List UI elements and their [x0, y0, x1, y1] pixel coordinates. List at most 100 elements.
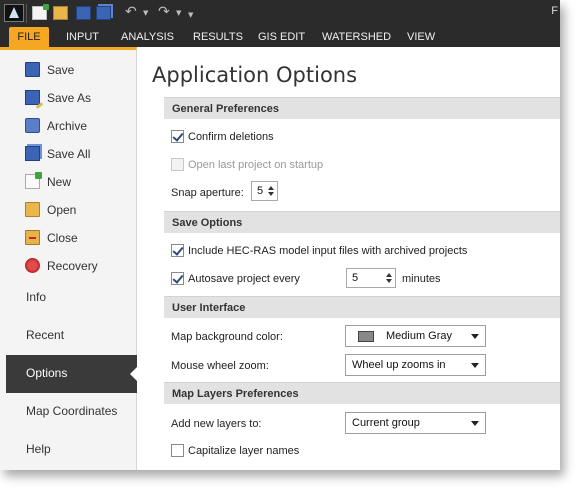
- stepper-up-icon[interactable]: [268, 186, 274, 190]
- archive-icon: [25, 118, 40, 133]
- map-background-color-label: Map background color:: [171, 331, 283, 343]
- new-icon: [25, 172, 42, 189]
- section-header: User Interface: [172, 302, 246, 314]
- app-logo-icon[interactable]: [4, 4, 24, 22]
- map-background-color-dropdown[interactable]: Medium Gray: [345, 325, 486, 347]
- nav-save-all-label: Save All: [47, 147, 91, 161]
- nav-map-coordinates-label: Map Coordinates: [26, 404, 118, 418]
- nav-new-label: New: [47, 175, 72, 189]
- add-new-layers-value: Current group: [352, 417, 420, 429]
- ribbon-tabs: FILE INPUT ANALYSIS RESULTS GIS EDIT WAT…: [0, 27, 560, 47]
- section-header: Map Layers Preferences: [172, 388, 299, 400]
- autosave-checkbox[interactable]: [171, 272, 184, 285]
- confirm-deletions-label: Confirm deletions: [188, 131, 274, 143]
- open-last-project-checkbox[interactable]: [171, 158, 184, 171]
- recovery-icon: [25, 258, 40, 273]
- nav-options-label: Options: [26, 366, 68, 380]
- save-icon: [25, 62, 40, 77]
- capitalize-layer-names-label: Capitalize layer names: [188, 445, 300, 457]
- nav-options[interactable]: Options: [6, 355, 138, 393]
- chevron-down-icon: [471, 334, 479, 339]
- color-swatch: [358, 331, 374, 342]
- nav-recent[interactable]: Recent: [6, 317, 137, 355]
- tab-view[interactable]: VIEW: [401, 27, 441, 47]
- nav-save-as-label: Save As: [47, 91, 92, 105]
- save-icon[interactable]: [76, 6, 91, 20]
- page-title: Application Options: [152, 63, 358, 87]
- nav-new[interactable]: New: [0, 168, 137, 196]
- redo-dropdown-icon[interactable]: ▼: [176, 9, 181, 17]
- nav-recovery-label: Recovery: [47, 259, 98, 273]
- chevron-down-icon: [471, 421, 479, 426]
- section-save-options: Save Options: [164, 211, 560, 233]
- section-header: Save Options: [172, 217, 243, 229]
- stepper-down-icon[interactable]: [386, 279, 392, 283]
- open-folder-icon: [25, 202, 40, 217]
- nav-open-label: Open: [47, 203, 77, 217]
- add-new-layers-label: Add new layers to:: [171, 418, 262, 430]
- window-title-fragment: F: [551, 5, 558, 17]
- nav-recovery[interactable]: Recovery: [0, 252, 137, 280]
- snap-aperture-value: 5: [257, 185, 264, 197]
- nav-save-all[interactable]: Save All: [0, 140, 137, 168]
- mouse-wheel-zoom-value: Wheel up zooms in: [352, 359, 446, 371]
- map-background-color-value: Medium Gray: [386, 330, 453, 342]
- nav-save-as[interactable]: Save As: [0, 84, 137, 112]
- nav-map-coordinates[interactable]: Map Coordinates: [6, 393, 137, 431]
- tab-gis-edit[interactable]: GIS EDIT: [252, 27, 311, 47]
- autosave-interval-value: 5: [352, 272, 359, 284]
- autosave-unit-label: minutes: [402, 273, 441, 285]
- confirm-deletions-checkbox[interactable]: [171, 130, 184, 143]
- toolbar-separator: [26, 4, 27, 23]
- nav-archive-label: Archive: [47, 119, 88, 133]
- section-general-preferences: General Preferences: [164, 97, 560, 119]
- nav-info[interactable]: Info: [6, 279, 137, 317]
- redo-icon[interactable]: ↷: [158, 4, 170, 20]
- tab-watershed[interactable]: WATERSHED: [316, 27, 397, 47]
- nav-help-label: Help: [26, 442, 51, 456]
- open-last-project-label: Open last project on startup: [188, 159, 324, 171]
- section-header: General Preferences: [172, 103, 280, 115]
- snap-aperture-label: Snap aperture:: [171, 187, 244, 199]
- nav-open[interactable]: Open: [0, 196, 137, 224]
- nav-save[interactable]: Save: [0, 56, 137, 84]
- open-project-icon[interactable]: [53, 6, 68, 20]
- section-map-layers-preferences: Map Layers Preferences: [164, 382, 560, 404]
- section-user-interface: User Interface: [164, 296, 560, 318]
- save-as-icon: [25, 90, 40, 105]
- nav-save-label: Save: [47, 63, 75, 77]
- application-window: ↶ ▼ ↷ ▼ ▼ F FILE INPUT ANALYSIS RESULTS …: [0, 0, 560, 470]
- mouse-wheel-zoom-dropdown[interactable]: Wheel up zooms in: [345, 354, 486, 376]
- nav-info-label: Info: [26, 290, 47, 304]
- autosave-interval-stepper[interactable]: 5: [346, 268, 396, 288]
- customize-toolbar-icon[interactable]: ▼: [188, 11, 193, 19]
- new-project-icon[interactable]: [32, 4, 49, 20]
- tab-analysis[interactable]: ANALYSIS: [115, 27, 180, 47]
- backstage-nav: Save Save As Archive Save All New Open C…: [0, 47, 138, 470]
- stepper-up-icon[interactable]: [386, 273, 392, 277]
- tab-input[interactable]: INPUT: [60, 27, 105, 47]
- save-all-icon[interactable]: [96, 6, 111, 20]
- autosave-label: Autosave project every: [188, 273, 300, 285]
- nav-archive[interactable]: Archive: [0, 112, 137, 140]
- undo-icon[interactable]: ↶: [125, 4, 137, 20]
- snap-aperture-stepper[interactable]: 5: [251, 181, 278, 201]
- close-folder-icon: [25, 230, 40, 245]
- include-hecras-checkbox[interactable]: [171, 244, 184, 257]
- capitalize-layer-names-checkbox[interactable]: [171, 444, 184, 457]
- add-new-layers-dropdown[interactable]: Current group: [345, 412, 486, 434]
- tab-file[interactable]: FILE: [9, 27, 49, 47]
- nav-help[interactable]: Help: [6, 431, 137, 469]
- tab-results[interactable]: RESULTS: [187, 27, 249, 47]
- undo-dropdown-icon[interactable]: ▼: [143, 9, 148, 17]
- chevron-down-icon: [471, 363, 479, 368]
- nav-close-label: Close: [47, 231, 78, 245]
- stepper-down-icon[interactable]: [268, 192, 274, 196]
- include-hecras-label: Include HEC-RAS model input files with a…: [188, 245, 468, 257]
- nav-recent-label: Recent: [26, 328, 65, 342]
- nav-close[interactable]: Close: [0, 224, 137, 252]
- options-panel: Application Options General Preferences …: [137, 47, 560, 470]
- quick-access-toolbar: ↶ ▼ ↷ ▼ ▼ F: [0, 0, 560, 27]
- mouse-wheel-zoom-label: Mouse wheel zoom:: [171, 360, 269, 372]
- save-all-icon: [25, 146, 40, 161]
